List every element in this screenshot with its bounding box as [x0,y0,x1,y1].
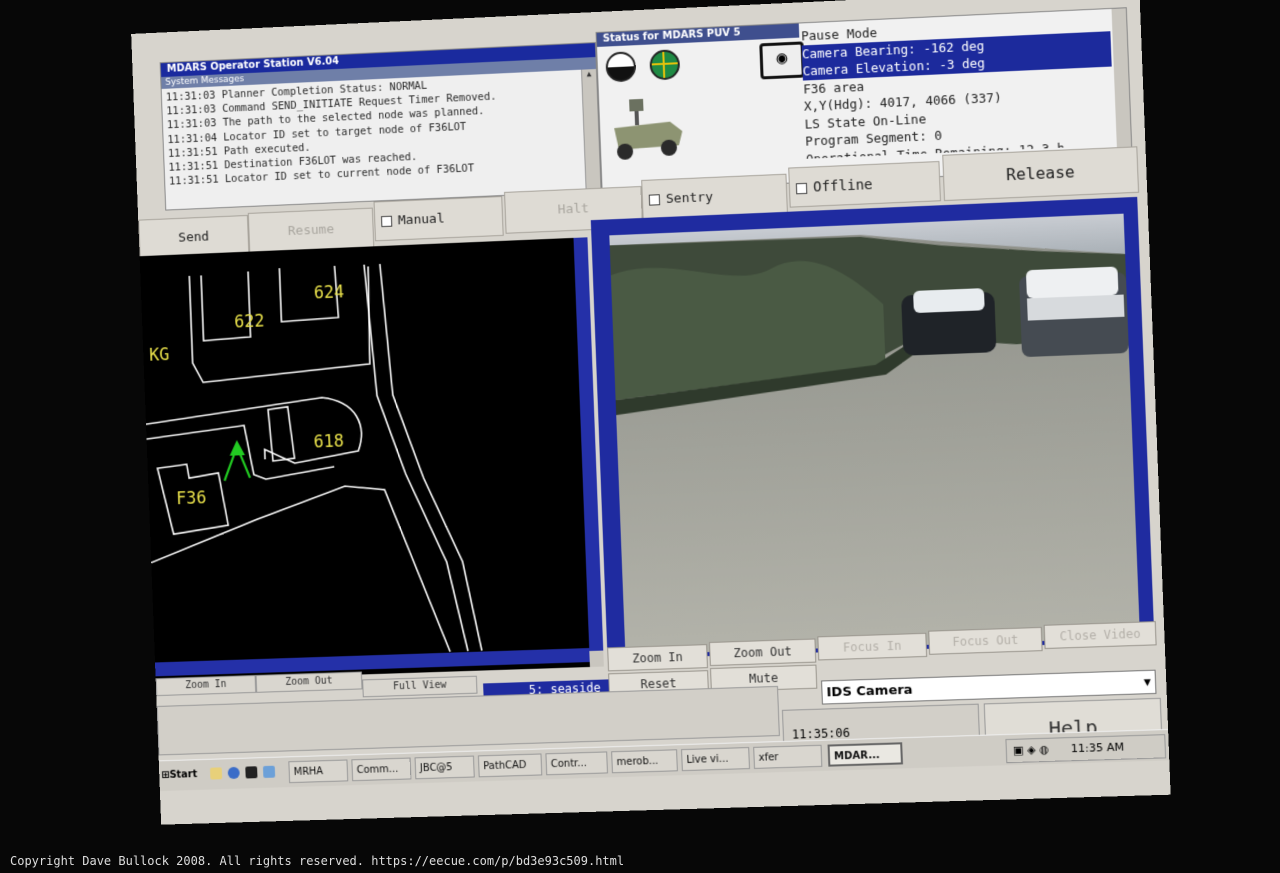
parked-car-truck [1018,266,1129,358]
start-button[interactable]: ⊞Start [161,764,201,787]
taskbar-item[interactable]: Contr... [545,751,608,776]
start-label: Start [169,769,198,781]
taskbar-item[interactable]: PathCAD [477,753,543,778]
message-log: 11:31:03 Planner Completion Status: NORM… [162,69,600,189]
taskbar-item[interactable]: MRHA [288,759,349,784]
camera-icon[interactable]: ◉ [759,41,805,80]
globe-icon[interactable]: ◍ [1039,743,1049,756]
day-night-icon [605,51,637,83]
focus-in-button[interactable]: Focus In [817,632,928,661]
release-button[interactable]: Release [942,146,1140,202]
map-full-view-button[interactable]: Full View [362,675,478,698]
explorer-icon[interactable] [262,765,276,778]
camera-video-feed [609,213,1141,655]
camera-image [609,213,1141,655]
network-icon[interactable]: ▣ [1013,744,1024,757]
chevron-down-icon[interactable]: ▼ [1143,671,1151,695]
camera-zoom-in-button[interactable]: Zoom In [607,644,708,672]
taskbar-item[interactable]: JBC@5 [414,755,475,780]
camera-view-frame [590,196,1155,660]
parked-car-sedan [901,288,997,356]
camera-source-value: IDS Camera [826,682,913,701]
map-drawing: 622 624 KG 618 F36 [140,238,590,681]
map-zoom-in-button[interactable]: Zoom In [155,675,257,697]
system-messages-window: MDARS Operator Station V6.04 System Mess… [159,42,602,211]
map-label: KG [149,344,170,365]
manual-checkbox[interactable]: Manual [373,196,504,242]
focus-out-button[interactable]: Focus Out [928,626,1043,655]
map-label: 624 [313,281,344,302]
sentry-label: Sentry [665,189,714,207]
copyright-notice: Copyright Dave Bullock 2008. All rights … [10,854,625,868]
map-zoom-out-button[interactable]: Zoom Out [255,671,363,693]
checkbox-icon[interactable] [381,215,393,228]
terminal-icon[interactable] [245,766,258,779]
status-indicators [605,49,684,83]
camera-zoom-out-button[interactable]: Zoom Out [708,638,817,667]
map-label: 618 [313,430,344,451]
browser-icon[interactable] [227,766,240,780]
site-map[interactable]: 622 624 KG 618 F36 [139,237,590,682]
tray-clock: 11:35 AM [1070,740,1125,756]
desktop-icon[interactable] [209,767,223,780]
taskbar-item[interactable]: xfer [753,744,823,769]
taskbar-item[interactable]: merob... [611,749,678,774]
robot-vehicle-icon [614,98,682,160]
checkbox-icon[interactable] [795,182,808,194]
manual-label: Manual [397,211,445,229]
taskbar-item[interactable]: Live vi... [681,747,751,772]
scroll-up-icon[interactable]: ▲ [582,69,596,79]
offline-label: Offline [812,176,873,196]
volume-icon[interactable]: ◈ [1027,743,1036,756]
checkbox-icon[interactable] [648,194,661,206]
map-label: 622 [234,310,265,331]
map-label: F36 [176,487,207,508]
status-readout: Pause Mode Camera Bearing: -162 deg Came… [801,13,1115,158]
system-tray: ▣ ◈ ◍ 11:35 AM [1005,734,1167,764]
close-video-button[interactable]: Close Video [1043,621,1157,650]
offline-checkbox[interactable]: Offline [788,160,941,208]
taskbar-item-active[interactable]: MDAR... [827,742,904,767]
monitor-screen: MDARS Operator Station V6.04 System Mess… [131,0,1171,825]
taskbar-item[interactable]: Comm... [351,757,412,782]
crosshair-icon [648,49,680,81]
